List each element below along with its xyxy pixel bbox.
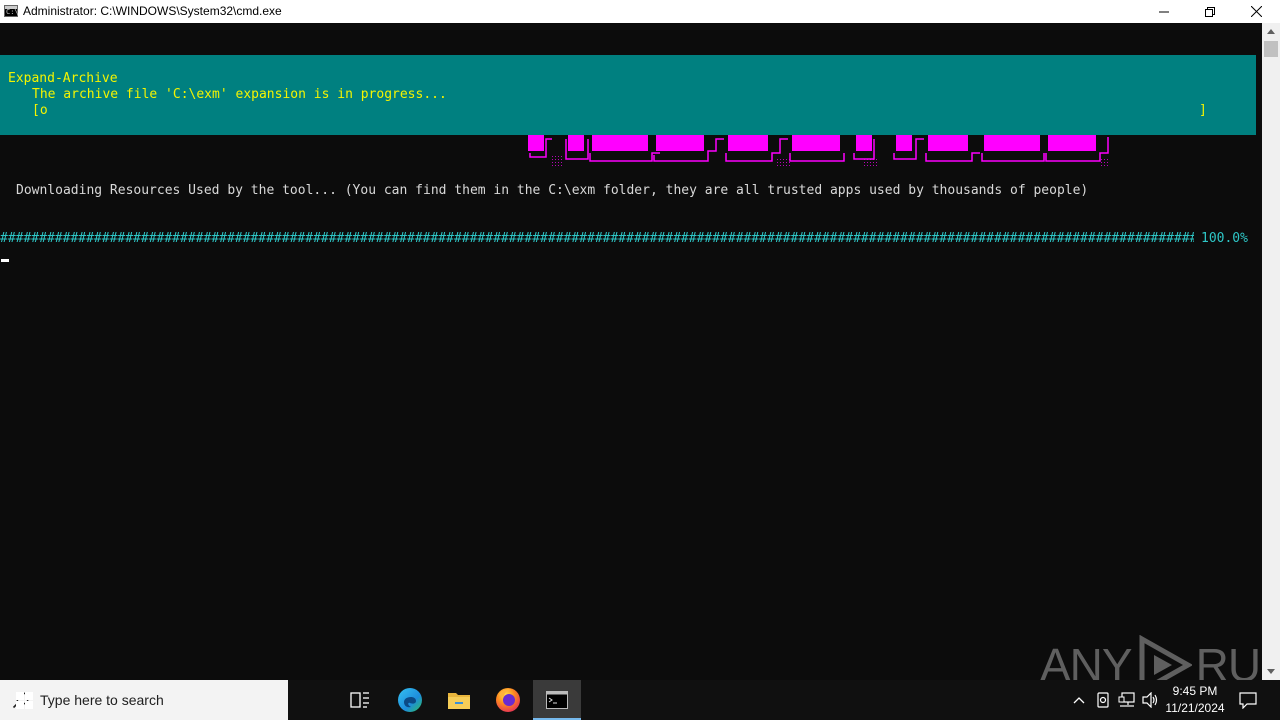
- scroll-down-button[interactable]: [1262, 663, 1280, 680]
- task-view-icon: [350, 692, 369, 708]
- edge-browser-icon: [398, 688, 422, 712]
- title-bar[interactable]: C:\ Administrator: C:\WINDOWS\System32\c…: [0, 0, 1280, 23]
- chevron-up-icon: [1073, 697, 1085, 704]
- chevron-up-icon: [1267, 29, 1275, 34]
- notification-center-button[interactable]: [1234, 680, 1262, 720]
- download-progress-percent: 100.0%: [1201, 231, 1248, 246]
- notification-icon: [1239, 692, 1257, 709]
- anyrun-watermark: ANY RUN: [1040, 635, 1262, 680]
- volume-icon: [1142, 692, 1158, 708]
- folder-icon: [448, 693, 470, 709]
- tray-network-button[interactable]: [1116, 680, 1138, 720]
- device-icon: [1097, 692, 1109, 708]
- search-placeholder: Type here to search: [40, 692, 164, 708]
- taskbar-firefox[interactable]: [484, 680, 532, 720]
- downloading-message: Downloading Resources Used by the tool..…: [16, 183, 1089, 198]
- close-icon: [1250, 6, 1262, 17]
- progress-activity: Expand-Archive: [8, 71, 118, 86]
- start-button[interactable]: [0, 680, 48, 720]
- chevron-down-icon: [1267, 669, 1275, 674]
- network-icon: [1118, 692, 1135, 707]
- progress-bar-open: [o: [32, 103, 48, 118]
- cmd-icon: [546, 691, 568, 709]
- tray-device-button[interactable]: [1093, 680, 1113, 720]
- progress-bar-close: ]: [1199, 103, 1207, 118]
- progress-status: The archive file 'C:\exm' expansion is i…: [32, 87, 447, 102]
- clock-date: 11/21/2024: [1165, 701, 1225, 715]
- clock-time: 9:45 PM: [1172, 684, 1218, 698]
- cmd-app-icon[interactable]: C:\: [4, 5, 19, 17]
- scroll-up-button[interactable]: [1262, 23, 1280, 40]
- minimize-button[interactable]: [1141, 0, 1187, 23]
- ascii-art-banner: [528, 135, 1110, 167]
- download-progress-bar: ########################################…: [0, 231, 1194, 246]
- taskbar-edge[interactable]: [386, 680, 434, 720]
- window-title: Administrator: C:\WINDOWS\System32\cmd.e…: [23, 4, 282, 18]
- minimize-icon: [1159, 11, 1169, 12]
- text-cursor: [1, 259, 9, 262]
- vertical-scrollbar[interactable]: [1262, 23, 1280, 680]
- scrollbar-thumb[interactable]: [1264, 41, 1278, 57]
- taskbar-file-explorer[interactable]: [435, 680, 483, 720]
- expand-archive-progress-panel: Expand-Archive The archive file 'C:\exm'…: [0, 55, 1256, 135]
- restore-button[interactable]: [1187, 0, 1233, 23]
- watermark-right-text: RUN: [1195, 639, 1262, 680]
- taskbar: Type here to search 9:45 PM 11/21/2024: [0, 680, 1280, 720]
- task-view-button[interactable]: [336, 680, 384, 720]
- restore-icon: [1205, 6, 1215, 17]
- taskbar-cmd-active[interactable]: [533, 680, 581, 720]
- play-logo-icon: [1139, 635, 1192, 680]
- tray-volume-button[interactable]: [1140, 680, 1162, 720]
- cmd-icon-text: C:\: [6, 8, 19, 16]
- close-button[interactable]: [1233, 0, 1279, 23]
- windows-logo-icon: [15, 691, 33, 709]
- console-output[interactable]: Expand-Archive The archive file 'C:\exm'…: [0, 23, 1262, 680]
- taskbar-clock[interactable]: 9:45 PM 11/21/2024: [1160, 683, 1230, 717]
- tray-show-hidden-button[interactable]: [1068, 680, 1090, 720]
- watermark-left-text: ANY: [1040, 639, 1133, 680]
- firefox-icon: [496, 688, 520, 712]
